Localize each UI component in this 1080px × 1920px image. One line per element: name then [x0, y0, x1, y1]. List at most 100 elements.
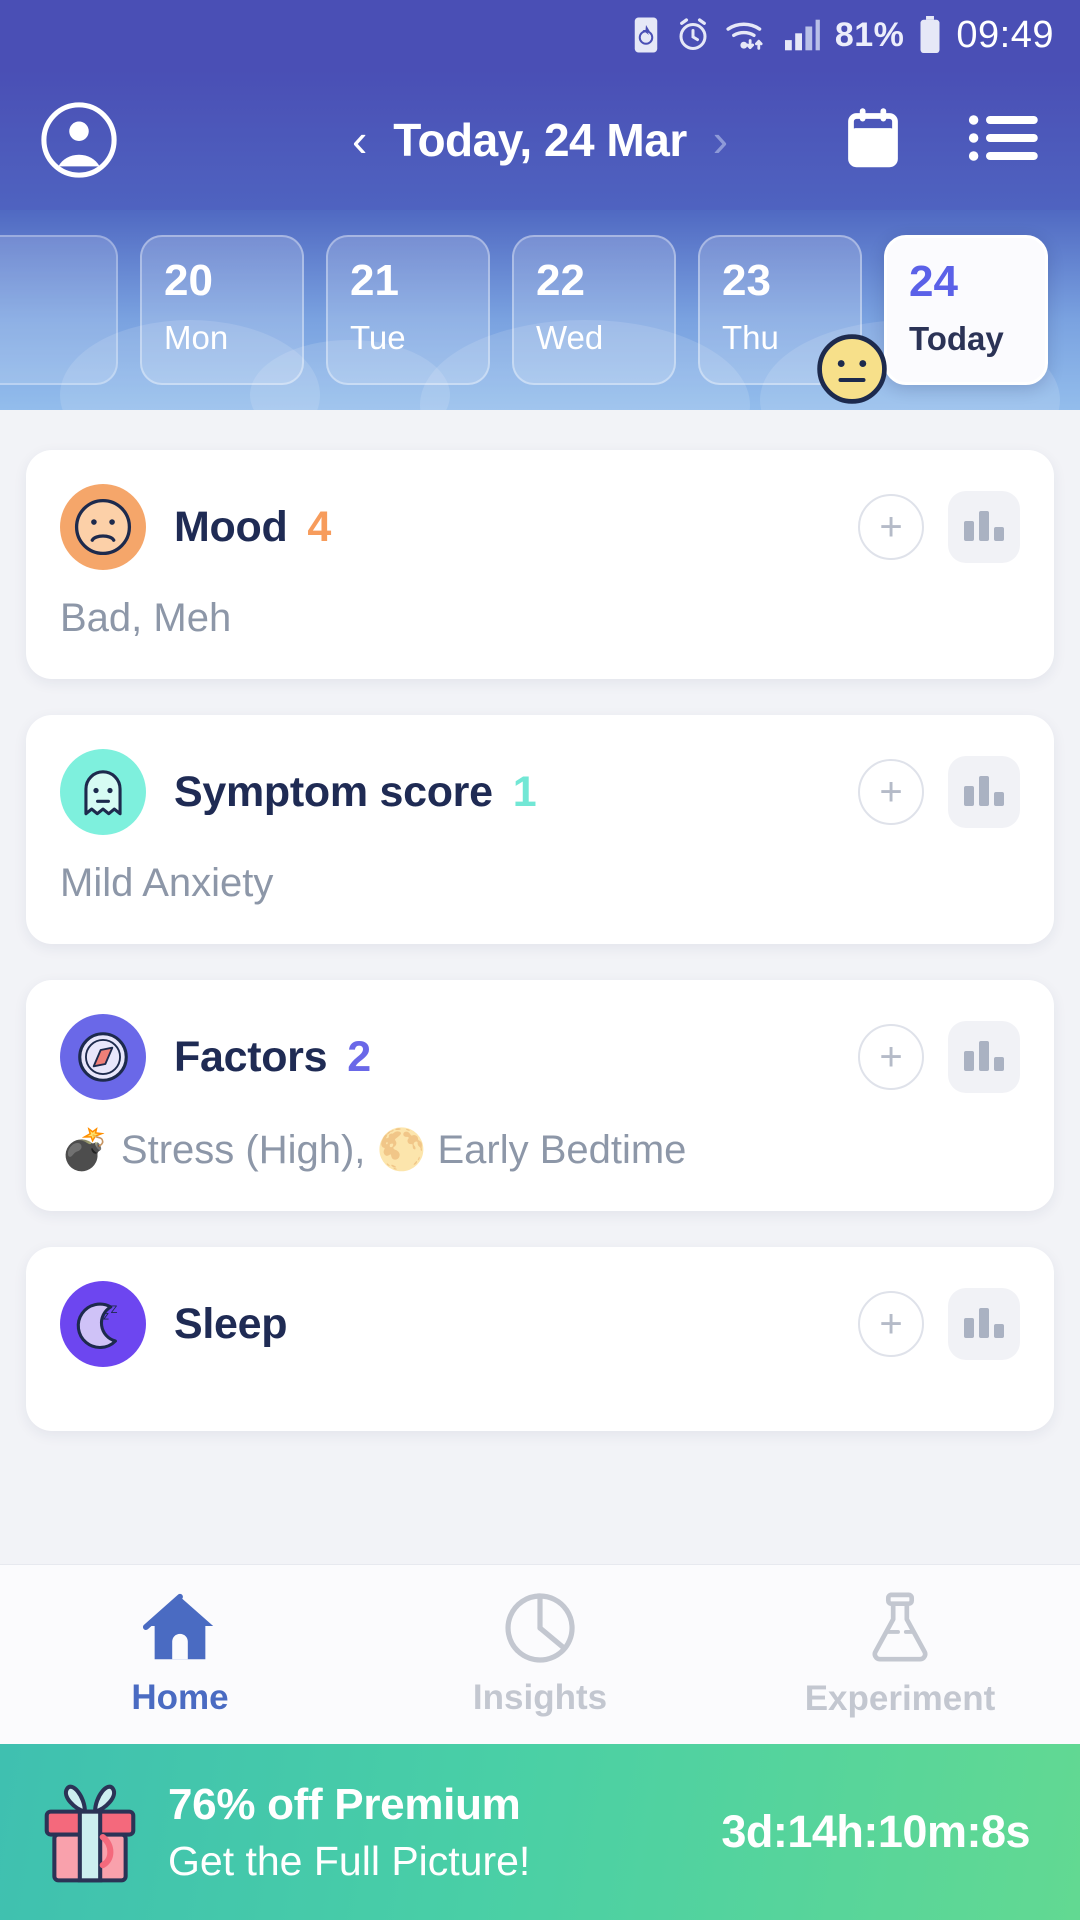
- compass-icon: [78, 1032, 128, 1082]
- tracker-card-symptom-score[interactable]: Symptom score 1 + Mild Anxiety: [26, 715, 1054, 944]
- header-actions: [840, 105, 1040, 176]
- next-day-button[interactable]: ›: [713, 117, 728, 163]
- nav-item-insights[interactable]: Insights: [360, 1565, 720, 1744]
- bar-icon: [979, 776, 989, 806]
- day-number: 20: [164, 256, 213, 305]
- day-number: 21: [350, 256, 399, 305]
- symptom-icon-badge: [60, 749, 146, 835]
- nav-item-home[interactable]: Home: [0, 1565, 360, 1744]
- open-chart-button[interactable]: [948, 1288, 1020, 1360]
- card-title: Sleep: [174, 1299, 288, 1348]
- sad-face-icon: [74, 498, 132, 556]
- add-entry-button[interactable]: +: [858, 759, 924, 825]
- prev-day-button[interactable]: ‹: [352, 117, 367, 163]
- mood-icon-badge: [60, 484, 146, 570]
- bar-icon: [979, 1041, 989, 1071]
- bar-icon: [994, 1057, 1004, 1071]
- wifi-icon: [725, 17, 769, 53]
- tracker-card-mood[interactable]: Mood 4 + Bad, Meh: [26, 450, 1054, 679]
- day-number: 22: [536, 256, 585, 305]
- calendar-icon: [848, 107, 898, 167]
- bar-icon: [964, 1051, 974, 1071]
- nav-item-experiment[interactable]: Experiment: [720, 1565, 1080, 1744]
- bar-icon: [994, 792, 1004, 806]
- day-name: Tue: [350, 319, 406, 356]
- pie-chart-icon: [505, 1592, 575, 1663]
- profile-avatar-icon: [41, 102, 117, 178]
- open-chart-button[interactable]: [948, 1021, 1020, 1093]
- svg-text:z: z: [103, 1308, 109, 1322]
- signal-icon: [783, 18, 821, 52]
- card-header-row: Symptom score 1 +: [60, 749, 1020, 835]
- list-menu-button[interactable]: [968, 110, 1040, 171]
- promo-title: 76% off Premium: [168, 1779, 521, 1829]
- battery-percent: 81%: [834, 15, 905, 54]
- nav-label: Experiment: [804, 1678, 996, 1718]
- bottom-navigation: Home Insights Experiment: [0, 1564, 1080, 1744]
- card-subtitle: Mild Anxiety: [60, 861, 274, 905]
- day-card-mon[interactable]: 20 Mon: [140, 235, 304, 385]
- day-card-thu[interactable]: 23 Thu: [698, 235, 887, 404]
- card-actions: +: [858, 1288, 1020, 1360]
- open-chart-button[interactable]: [948, 491, 1020, 563]
- day-card-today[interactable]: 24 Today: [884, 235, 1048, 385]
- card-actions: +: [858, 1021, 1020, 1093]
- app-header: ‹ Today, 24 Mar ›: [0, 70, 1080, 210]
- nav-label: Home: [131, 1677, 229, 1717]
- promo-banner[interactable]: 76% off Premium Get the Full Picture! 3d…: [0, 1744, 1080, 1920]
- card-header-row: Mood 4 +: [60, 484, 1020, 570]
- add-entry-button[interactable]: +: [858, 1291, 924, 1357]
- neutral-face-emoji: [817, 334, 887, 404]
- add-entry-button[interactable]: +: [858, 1024, 924, 1090]
- tracker-card-list: Mood 4 + Bad, Meh Symptom score 1 + Mild…: [0, 410, 1080, 1564]
- flask-icon: [872, 1592, 928, 1661]
- date-navigator: ‹ Today, 24 Mar ›: [352, 113, 728, 167]
- add-entry-button[interactable]: +: [858, 494, 924, 560]
- day-track[interactable]: 20 Mon 21 Tue 22 Wed 23 Thu 24 Today: [0, 235, 1048, 404]
- nav-label: Insights: [472, 1677, 608, 1717]
- day-card-partial[interactable]: [0, 235, 118, 385]
- page-title[interactable]: Today, 24 Mar: [393, 113, 687, 167]
- status-clock: 09:49: [956, 13, 1054, 56]
- svg-text:Z: Z: [111, 1304, 118, 1316]
- battery-icon: [918, 16, 942, 54]
- day-name: Today: [909, 320, 1004, 357]
- card-title: Factors: [174, 1032, 328, 1081]
- promo-text: 76% off Premium Get the Full Picture!: [168, 1780, 530, 1885]
- card-subtitle: Bad, Meh: [60, 596, 232, 640]
- factors-icon-badge: [60, 1014, 146, 1100]
- card-header-row: z Z Sleep +: [60, 1281, 1020, 1367]
- card-value: 4: [307, 502, 332, 551]
- open-chart-button[interactable]: [948, 756, 1020, 828]
- bar-icon: [979, 511, 989, 541]
- day-card-tue[interactable]: 21 Tue: [326, 235, 490, 385]
- bar-icon: [964, 521, 974, 541]
- promo-subtitle: Get the Full Picture!: [168, 1837, 531, 1884]
- card-title: Mood: [174, 502, 288, 551]
- sleep-icon-badge: z Z: [60, 1281, 146, 1367]
- status-bar: 81% 09:49: [0, 0, 1080, 70]
- promo-countdown: 3d:14h:10m:8s: [721, 1806, 1030, 1857]
- list-menu-icon: [968, 114, 1038, 161]
- day-card-wed[interactable]: 22 Wed: [512, 235, 676, 385]
- profile-avatar-button[interactable]: [40, 101, 118, 179]
- gift-box-icon: [44, 1784, 136, 1883]
- day-name: Wed: [536, 319, 604, 356]
- card-subtitle: 💣 Stress (High), 🌕 Early Bedtime: [60, 1128, 687, 1172]
- tracker-card-factors[interactable]: Factors 2 + 💣 Stress (High), 🌕 Early Bed…: [26, 980, 1054, 1211]
- bar-icon: [994, 1324, 1004, 1338]
- card-value: 2: [347, 1032, 372, 1081]
- date-strip[interactable]: 20 Mon 21 Tue 22 Wed 23 Thu 24 Today: [0, 210, 1080, 410]
- day-number: 23: [722, 256, 771, 305]
- alarm-icon: [675, 17, 711, 53]
- sleep-moon-icon: z Z: [76, 1302, 118, 1349]
- calendar-button[interactable]: [840, 105, 906, 176]
- bar-icon: [964, 786, 974, 806]
- ghost-icon: [84, 770, 122, 816]
- battery-saver-icon: [631, 16, 661, 54]
- card-header-row: Factors 2 +: [60, 1014, 1020, 1100]
- day-number: 24: [909, 257, 958, 306]
- tracker-card-sleep[interactable]: z Z Sleep +: [26, 1247, 1054, 1431]
- card-value: 1: [512, 767, 537, 816]
- home-icon: [142, 1593, 214, 1659]
